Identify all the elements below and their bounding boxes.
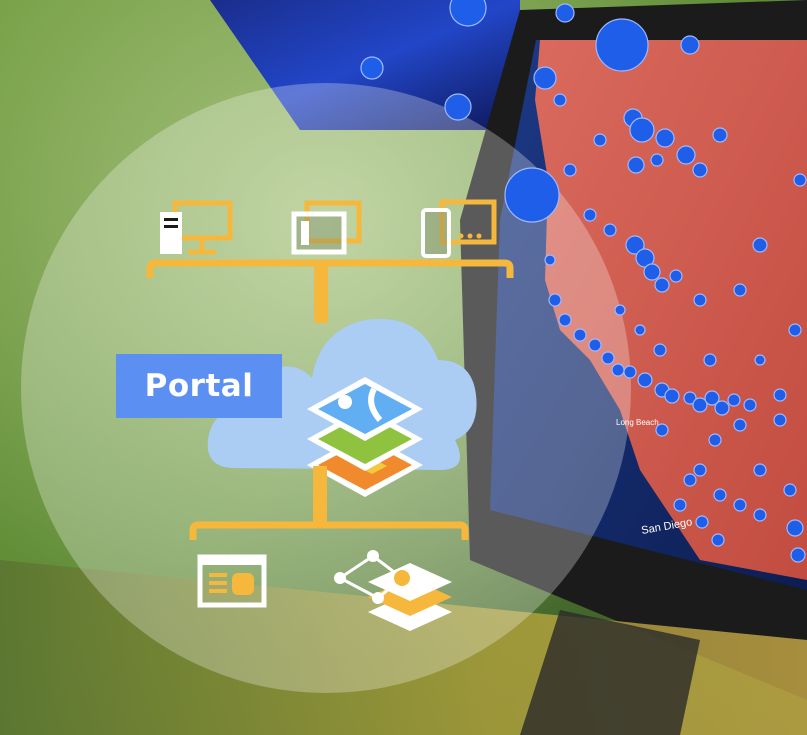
- earthquake-point: [664, 388, 680, 404]
- earthquake-point: [743, 398, 757, 412]
- earthquake-point: [673, 498, 687, 512]
- earthquake-point: [563, 163, 577, 177]
- earthquake-point: [669, 269, 683, 283]
- desktop-tower-icon: [160, 212, 182, 254]
- top-connector: [314, 263, 328, 323]
- earthquake-point: [783, 483, 797, 497]
- earthquake-point: [788, 323, 802, 337]
- earthquake-point: [588, 338, 602, 352]
- earthquake-point: [714, 400, 730, 416]
- earthquake-point: [712, 127, 728, 143]
- earthquake-point: [504, 167, 560, 223]
- earthquake-point: [695, 515, 709, 529]
- earthquake-point: [611, 363, 625, 377]
- earthquake-point: [544, 254, 556, 266]
- earthquake-point: [603, 223, 617, 237]
- earthquake-point: [629, 117, 655, 143]
- earthquake-point: [444, 93, 472, 121]
- earthquake-point: [692, 162, 708, 178]
- earthquake-point: [786, 519, 804, 537]
- earthquake-point: [793, 173, 807, 187]
- earthquake-point: [753, 508, 767, 522]
- portal-label: Portal: [116, 354, 282, 418]
- earthquake-point: [614, 304, 626, 316]
- earthquake-point: [680, 35, 700, 55]
- earthquake-point: [654, 277, 670, 293]
- earthquake-point: [593, 133, 607, 147]
- map-label-long-beach: Long Beach: [616, 418, 659, 427]
- earthquake-point: [773, 413, 787, 427]
- earthquake-point: [449, 0, 487, 27]
- earthquake-point: [553, 93, 567, 107]
- earthquake-point: [693, 463, 707, 477]
- earthquake-point: [693, 293, 707, 307]
- earthquake-point: [623, 365, 637, 379]
- earthquake-point: [637, 372, 653, 388]
- earthquake-point: [643, 263, 661, 281]
- earthquake-point: [703, 353, 717, 367]
- earthquake-point: [733, 418, 747, 432]
- earthquake-point: [727, 393, 741, 407]
- earthquake-point: [711, 533, 725, 547]
- bottom-connector: [313, 466, 327, 526]
- earthquake-point: [634, 324, 646, 336]
- earthquake-point: [558, 313, 572, 327]
- earthquake-point: [650, 153, 664, 167]
- map-label-san-diego: San Diego: [640, 516, 693, 537]
- earthquake-point: [773, 388, 787, 402]
- earthquake-point: [752, 237, 768, 253]
- earthquake-point: [683, 473, 697, 487]
- earthquake-point: [790, 547, 806, 563]
- earthquake-point: [713, 488, 727, 502]
- earthquake-point: [548, 293, 562, 307]
- earthquake-point: [708, 433, 722, 447]
- earthquake-point: [733, 283, 747, 297]
- earthquake-point: [653, 343, 667, 357]
- earthquake-point: [573, 328, 587, 342]
- earthquake-point: [555, 3, 575, 23]
- earthquake-point: [754, 354, 766, 366]
- earthquake-point: [595, 18, 649, 72]
- earthquake-point: [533, 66, 557, 90]
- earthquake-point: [360, 56, 384, 80]
- earthquake-point: [601, 351, 615, 365]
- earthquake-point: [676, 145, 696, 165]
- earthquake-point: [583, 208, 597, 222]
- earthquake-point: [655, 128, 675, 148]
- earthquake-point: [753, 463, 767, 477]
- earthquake-point: [627, 156, 645, 174]
- earthquake-point: [733, 498, 747, 512]
